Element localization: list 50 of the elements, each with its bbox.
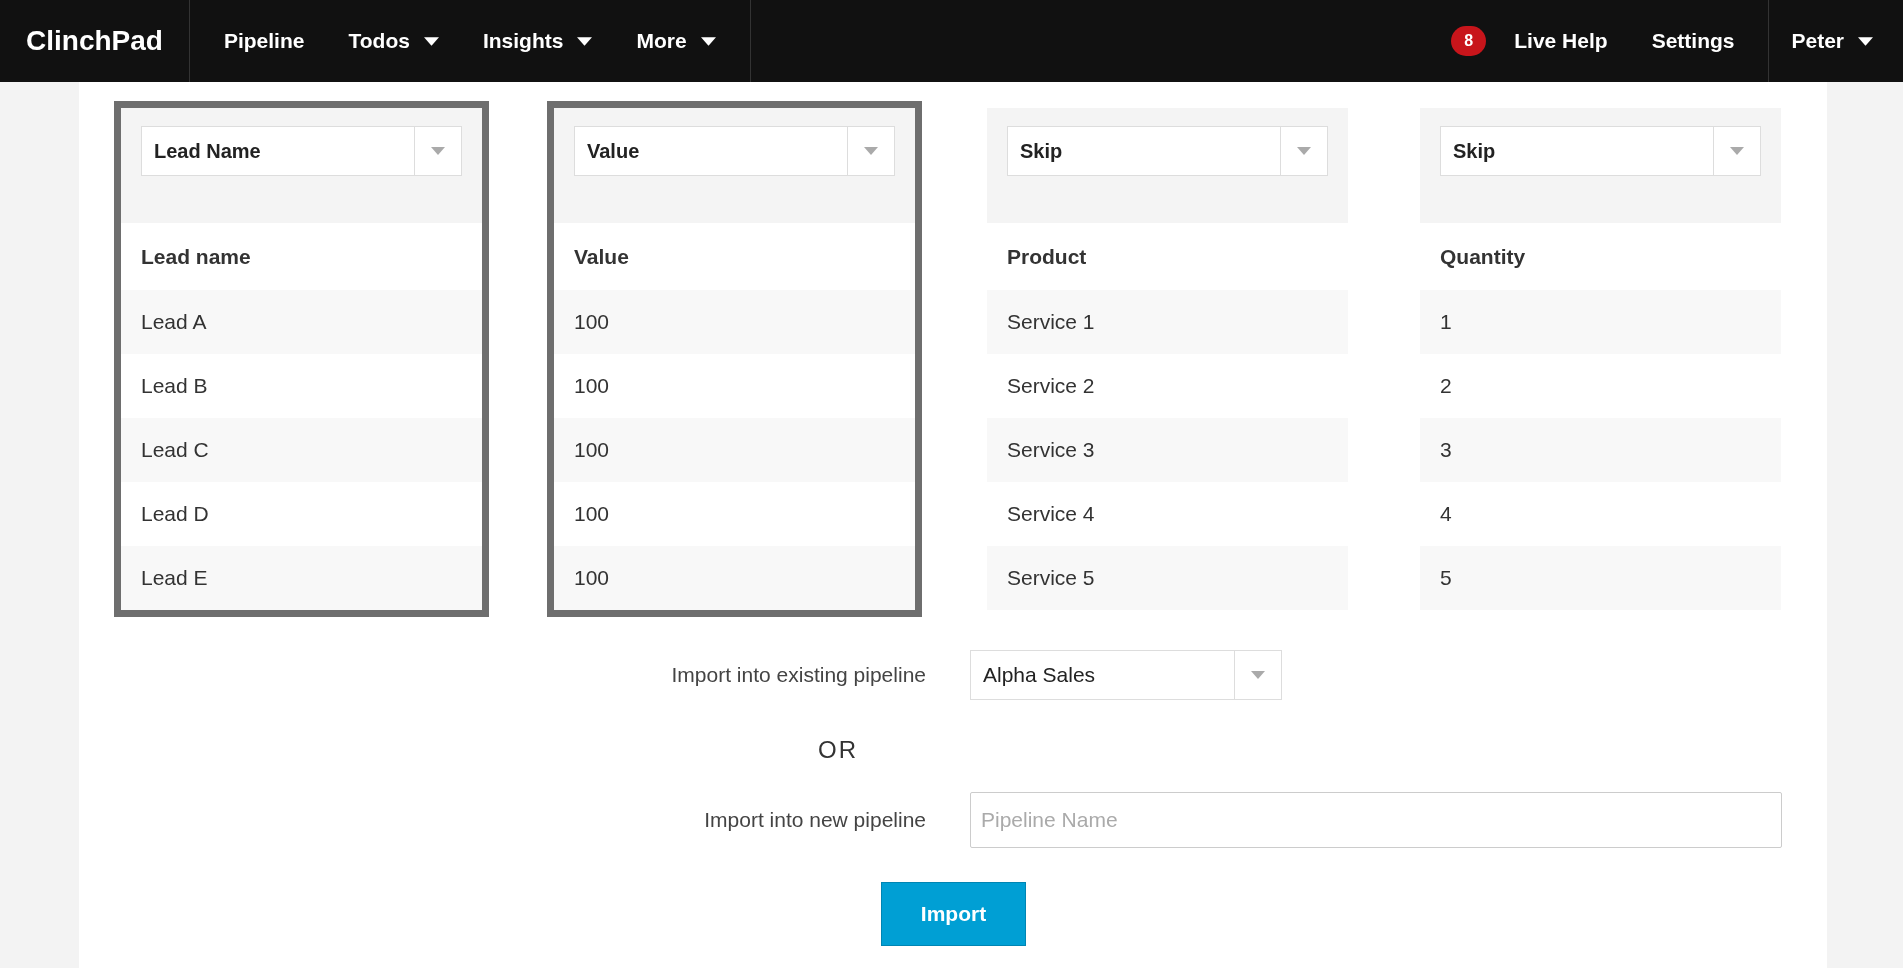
nav-link[interactable]: Live Help [1492,0,1630,82]
table-cell: Lead C [121,418,482,482]
table-cell-text: Service 2 [1006,373,1096,399]
table-cell: 3 [1420,418,1781,482]
nav-link[interactable]: More [614,0,738,82]
table-cell: 5 [1420,546,1781,610]
table-cell: 100 [554,290,915,354]
notification-badge[interactable]: 8 [1451,26,1487,56]
caret-icon [423,36,439,46]
pipeline-name-field[interactable]: Pipeline Name [970,792,1782,848]
table-cell-text: 100 [573,373,611,399]
field-label: Import into new pipeline [704,808,926,832]
mapping-dropdown[interactable]: Skip [1440,126,1761,176]
caret-icon [864,147,878,155]
table-cell: 100 [554,546,915,610]
nav-link[interactable]: Peter [1769,0,1895,82]
caret-icon [431,147,445,155]
table-cell: Service 1 [987,290,1348,354]
separator-text: OR [818,736,858,764]
mapping-dropdown[interactable]: Value [574,126,895,176]
table-cell: 1 [1420,290,1781,354]
caret-icon [700,36,716,46]
caret-icon [1251,671,1265,679]
table-cell: Lead E [121,546,482,610]
pipeline-dropdown[interactable]: Alpha Sales [970,650,1282,700]
column-header: Lead name [140,243,252,270]
table-cell-text: 100 [573,501,611,527]
table-cell: 100 [554,418,915,482]
nav-link[interactable]: Pipeline [201,0,327,82]
caret-icon [1297,147,1311,155]
column-header: Product [1006,243,1088,270]
table-cell: Lead A [121,290,482,354]
table-cell: Service 3 [987,418,1348,482]
table-cell-text: Service 4 [1006,501,1096,527]
nav-link[interactable]: Insights [460,0,615,82]
caret-icon [577,36,593,46]
mapping-dropdown[interactable]: Skip [1007,126,1328,176]
table-cell: Service 5 [987,546,1348,610]
caret-icon [1858,36,1873,46]
mapping-dropdown[interactable]: Lead Name [141,126,462,176]
table-cell-text: 4 [1439,501,1453,527]
nav-link[interactable]: Settings [1629,0,1757,82]
nav-link[interactable]: Todos [326,0,461,82]
column-header: Quantity [1439,243,1527,270]
field-label: Import into existing pipeline [671,663,926,687]
column-header: Value [573,243,630,270]
caret-icon [1730,147,1744,155]
table-cell-text: Lead D [140,501,210,527]
table-cell-text: Lead B [140,373,209,399]
table-cell-text: 2 [1439,373,1453,399]
